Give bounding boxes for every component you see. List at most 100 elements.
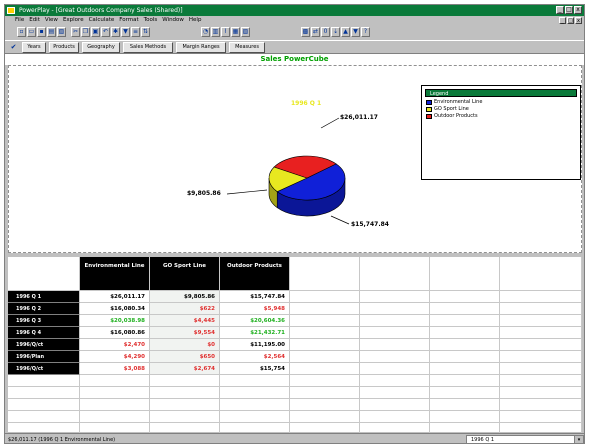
empty-cell[interactable] (430, 387, 500, 399)
empty-cell[interactable] (220, 399, 290, 411)
undo-icon[interactable]: ↶ (101, 27, 110, 37)
menu-file[interactable]: File (15, 16, 24, 25)
menu-help[interactable]: Help (189, 16, 202, 25)
open-icon[interactable]: ▭ (27, 27, 36, 37)
crosstab-grid[interactable]: Environmental Line GO Sport Line Outdoor… (8, 257, 582, 443)
filter-icon[interactable]: ▼ (121, 27, 130, 37)
cell-r2-c3[interactable]: $5,948 (220, 303, 290, 315)
empty-cell[interactable] (360, 399, 430, 411)
column-header-sport[interactable]: GO Sport Line (150, 257, 220, 291)
menu-calculate[interactable]: Calculate (89, 16, 115, 25)
print-icon[interactable]: ▤ (47, 27, 56, 37)
empty-cell[interactable] (430, 363, 500, 375)
empty-cell[interactable] (290, 375, 360, 387)
line-chart-icon[interactable]: ⌇ (221, 27, 230, 37)
close-button[interactable]: x (574, 6, 582, 14)
empty-cell[interactable] (360, 363, 430, 375)
row-header-6[interactable]: 1996/Plan (8, 351, 80, 363)
row-header-3[interactable]: 1996 Q 3 (8, 315, 80, 327)
empty-cell[interactable] (500, 315, 582, 327)
chevron-down-icon[interactable]: ▾ (574, 436, 583, 443)
empty-cell[interactable] (500, 291, 582, 303)
empty-cell[interactable] (150, 411, 220, 423)
cell-r7-c1[interactable]: $3,088 (80, 363, 150, 375)
empty-cell[interactable] (150, 399, 220, 411)
empty-cell[interactable] (360, 411, 430, 423)
empty-cell[interactable] (290, 387, 360, 399)
empty-cell[interactable] (500, 339, 582, 351)
empty-cell[interactable] (430, 257, 500, 291)
menu-format[interactable]: Format (119, 16, 138, 25)
empty-cell[interactable] (290, 411, 360, 423)
cell-r4-c3[interactable]: $21,432.71 (220, 327, 290, 339)
empty-cell[interactable] (500, 303, 582, 315)
app-icon[interactable] (7, 7, 15, 14)
help-icon[interactable]: ? (361, 27, 370, 37)
cell-r3-c3[interactable]: $20,604.36 (220, 315, 290, 327)
empty-cell[interactable] (290, 315, 360, 327)
empty-cell[interactable] (430, 411, 500, 423)
indicator-icon[interactable]: ▨ (241, 27, 250, 37)
empty-cell[interactable] (150, 375, 220, 387)
dimension-geography[interactable]: Geography (82, 42, 120, 53)
drill-icon[interactable]: ⇣ (331, 27, 340, 37)
menu-window[interactable]: Window (162, 16, 184, 25)
empty-cell[interactable] (500, 375, 582, 387)
down-icon[interactable]: ▼ (351, 27, 360, 37)
cell-r5-c2[interactable]: $0 (150, 339, 220, 351)
doc-close-button[interactable]: x (575, 17, 582, 24)
empty-cell[interactable] (80, 375, 150, 387)
dimension-sales-methods[interactable]: Sales Methods (123, 42, 173, 53)
empty-cell[interactable] (360, 351, 430, 363)
dimension-measures[interactable]: Measures (229, 42, 265, 53)
empty-cell[interactable] (430, 351, 500, 363)
empty-cell[interactable] (80, 411, 150, 423)
column-header-outdoor[interactable]: Outdoor Products (220, 257, 290, 291)
menu-explore[interactable]: Explore (63, 16, 84, 25)
menu-view[interactable]: View (45, 16, 58, 25)
legend-item-outdoor[interactable]: Outdoor Products (422, 113, 580, 120)
cell-r1-c2[interactable]: $9,805.86 (150, 291, 220, 303)
empty-cell[interactable] (500, 257, 582, 291)
empty-cell[interactable] (290, 327, 360, 339)
empty-cell[interactable] (80, 399, 150, 411)
up-icon[interactable]: ▲ (341, 27, 350, 37)
pie-chart-icon[interactable]: ◔ (201, 27, 210, 37)
empty-cell[interactable] (290, 399, 360, 411)
dimension-products[interactable]: Products (49, 42, 79, 53)
empty-cell[interactable] (290, 363, 360, 375)
empty-cell[interactable] (360, 315, 430, 327)
cell-r2-c1[interactable]: $16,080.34 (80, 303, 150, 315)
column-header-environmental[interactable]: Environmental Line (80, 257, 150, 291)
legend[interactable]: Legend Environmental Line GO Sport Line … (421, 85, 581, 180)
row-header-2[interactable]: 1996 Q 2 (8, 303, 80, 315)
sort-icon[interactable]: ⇅ (141, 27, 150, 37)
dimension-years[interactable]: Years (22, 42, 46, 53)
cell-r6-c1[interactable]: $4,290 (80, 351, 150, 363)
crosstab-icon[interactable]: ▦ (231, 27, 240, 37)
empty-cell[interactable] (220, 387, 290, 399)
empty-cell[interactable] (8, 375, 80, 387)
paste-icon[interactable]: ▣ (91, 27, 100, 37)
cell-r4-c2[interactable]: $9,554 (150, 327, 220, 339)
cell-r5-c1[interactable]: $2,470 (80, 339, 150, 351)
empty-cell[interactable] (360, 303, 430, 315)
title-bar[interactable]: PowerPlay - [Great Outdoors Company Sale… (5, 5, 584, 16)
empty-cell[interactable] (8, 411, 80, 423)
empty-cell[interactable] (500, 363, 582, 375)
dimension-margin-ranges[interactable]: Margin Ranges (176, 42, 226, 53)
empty-cell[interactable] (290, 257, 360, 291)
cut-icon[interactable]: ✂ (71, 27, 80, 37)
empty-cell[interactable] (360, 375, 430, 387)
bar-chart-icon[interactable]: ▥ (211, 27, 220, 37)
cell-r2-c2[interactable]: $622 (150, 303, 220, 315)
empty-cell[interactable] (500, 387, 582, 399)
legend-item-environmental[interactable]: Environmental Line (422, 99, 580, 106)
empty-cell[interactable] (500, 399, 582, 411)
empty-cell[interactable] (430, 315, 500, 327)
empty-cell[interactable] (150, 387, 220, 399)
maximize-button[interactable]: □ (565, 6, 573, 14)
row-header-1[interactable]: 1996 Q 1 (8, 291, 80, 303)
empty-cell[interactable] (500, 327, 582, 339)
empty-cell[interactable] (500, 351, 582, 363)
